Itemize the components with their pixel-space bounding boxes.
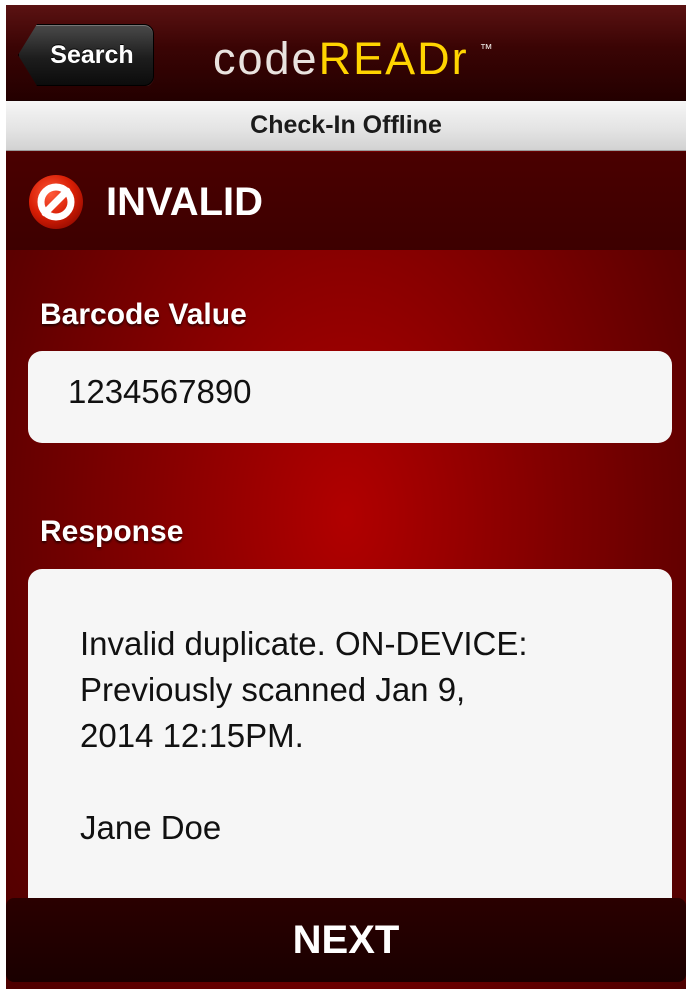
response-label: Response <box>40 515 184 548</box>
barcode-value-text: 1234567890 <box>68 373 252 410</box>
response-field: Invalid duplicate. ON-DEVICE: Previously… <box>28 569 672 929</box>
search-back-button[interactable]: Search <box>18 24 154 86</box>
logo-read-text: READr <box>318 33 469 84</box>
next-button-label: NEXT <box>292 917 400 962</box>
logo-trademark: ™ <box>479 41 493 56</box>
status-text: INVALID <box>106 180 264 224</box>
no-entry-icon <box>29 175 83 229</box>
response-holder-name: Jane Doe <box>80 809 222 846</box>
response-line-3: 2014 12:15PM. <box>80 717 304 754</box>
search-back-button-label: Search <box>50 40 134 69</box>
app-screen: Search codeREADr ™ Check-In Offline INVAL… <box>6 5 686 989</box>
response-line-2: Previously scanned Jan 9, <box>80 671 466 708</box>
app-logo: codeREADr ™ <box>213 33 493 85</box>
barcode-value-label: Barcode Value <box>40 298 247 331</box>
section-title: Check-In Offline <box>250 111 442 139</box>
status-banner: INVALID <box>6 152 686 250</box>
top-navigation-bar: Search codeREADr ™ <box>6 5 686 101</box>
logo-code-text: code <box>213 33 319 84</box>
response-spacer <box>80 759 632 805</box>
barcode-value-field: 1234567890 <box>28 351 672 443</box>
next-button[interactable]: NEXT <box>6 898 686 982</box>
section-title-bar: Check-In Offline <box>6 101 686 151</box>
response-line-1: Invalid duplicate. ON-DEVICE: <box>80 625 528 662</box>
